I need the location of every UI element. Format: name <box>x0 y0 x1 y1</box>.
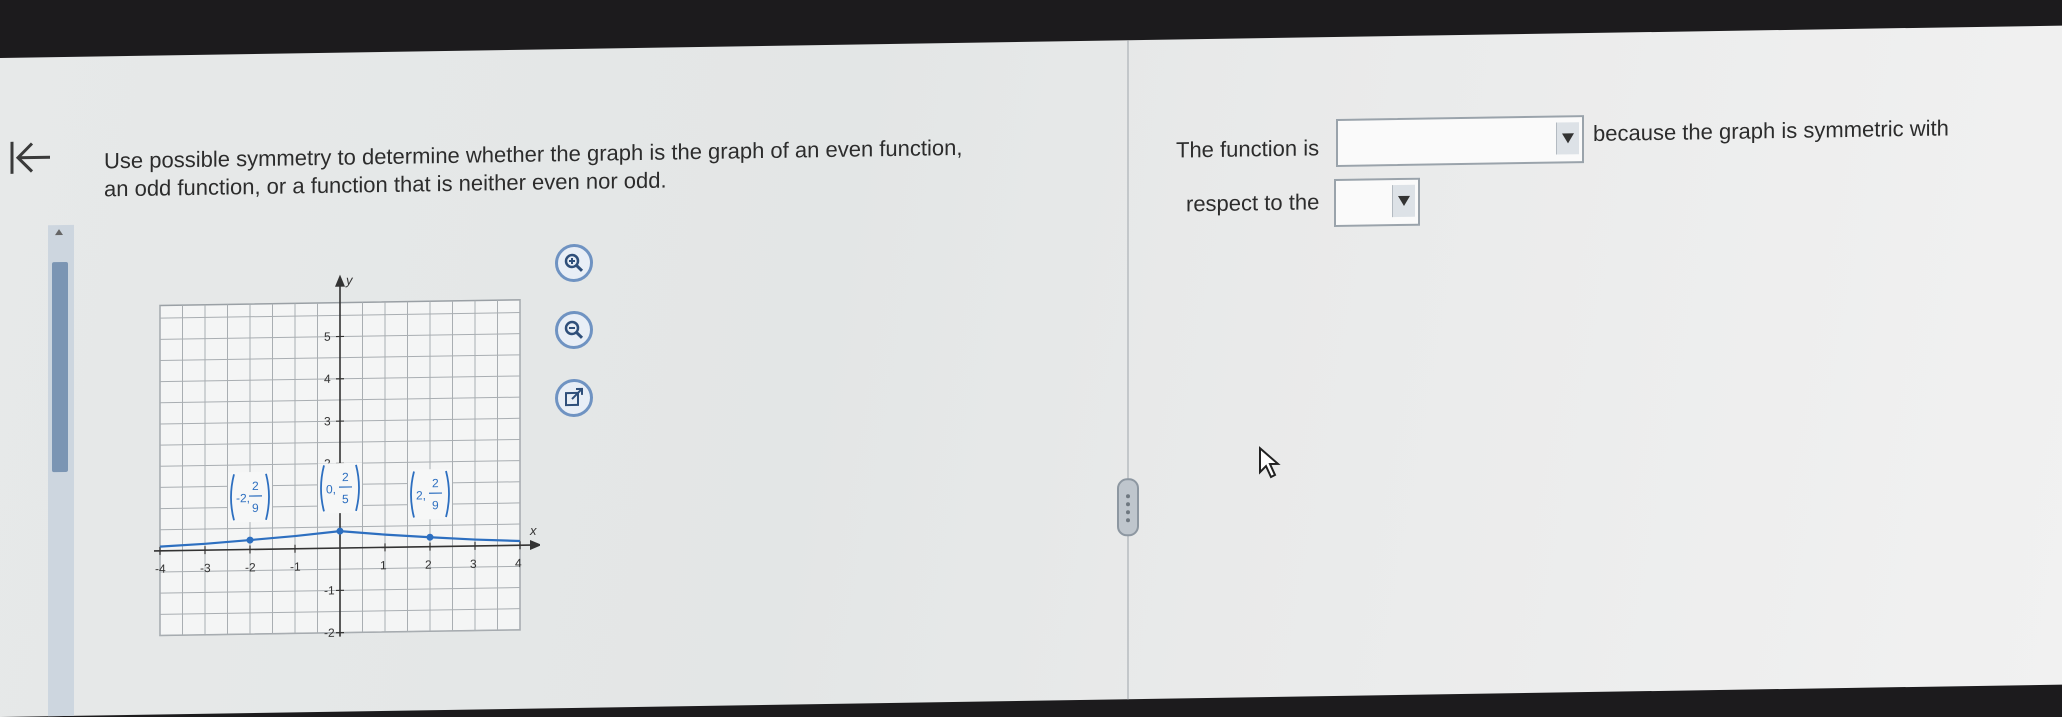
panel-resize-handle[interactable] <box>1117 478 1139 537</box>
question-text-line-1: Use possible symmetry to determine wheth… <box>104 134 963 174</box>
x-tick-label: -4 <box>155 562 166 576</box>
y-tick-label: -1 <box>324 583 335 597</box>
function-graph: xy -4-3-2-1123454321-1-2 -2,290,252,29 <box>154 272 540 640</box>
answer-label-symmetric-with: because the graph is symmetric with <box>1593 115 1949 146</box>
x-axis-label: x <box>529 523 537 538</box>
y-axis-label: y <box>345 272 354 287</box>
y-tick-label: -2 <box>324 626 335 640</box>
point-label: 2,29 <box>408 468 452 520</box>
answer-label-respect-to: respect to the <box>1186 189 1320 217</box>
point-label-x: -2, <box>236 491 250 505</box>
point-label-denominator: 5 <box>342 492 349 506</box>
answer-label-function-is: The function is <box>1176 135 1320 163</box>
symmetry-dropdown[interactable] <box>1334 177 1420 228</box>
x-tick-label: -1 <box>290 560 301 574</box>
point-label-denominator: 9 <box>252 501 259 515</box>
zoom-out-icon <box>564 320 584 339</box>
x-tick-label: -3 <box>200 561 211 575</box>
y-tick-label: 4 <box>324 372 331 386</box>
point-label-numerator: 2 <box>252 479 259 493</box>
back-arrow-icon <box>10 141 50 174</box>
point-label-numerator: 2 <box>342 470 349 484</box>
y-axis-arrow <box>335 274 345 287</box>
point-label-bg <box>408 468 452 520</box>
popout-button[interactable] <box>555 378 593 418</box>
x-tick-label: 3 <box>470 557 477 571</box>
scroll-up-arrow-icon[interactable] <box>55 229 63 236</box>
panel-divider <box>1127 40 1129 717</box>
point-label-denominator: 9 <box>432 498 439 512</box>
point-label-numerator: 2 <box>432 476 439 490</box>
x-tick-label: 4 <box>515 556 522 570</box>
x-tick-label: 1 <box>380 558 387 572</box>
function-type-dropdown[interactable] <box>1336 115 1584 168</box>
point-label: -2,2 9 <box>228 471 272 523</box>
x-tick-label: 2 <box>425 558 432 572</box>
zoom-in-icon <box>564 253 584 272</box>
x-axis-arrow <box>530 540 540 551</box>
scroll-thumb[interactable] <box>52 261 68 473</box>
x-tick-label: -2 <box>245 560 256 574</box>
point-label-x: 2, <box>416 488 426 502</box>
point-label: 0,25 <box>318 462 362 514</box>
popout-icon <box>565 387 583 407</box>
mouse-pointer-icon <box>1259 445 1281 479</box>
y-tick-label: 3 <box>324 414 331 428</box>
screen: Use possible symmetry to determine wheth… <box>0 25 2062 717</box>
point-label-x: 0, <box>326 482 336 496</box>
zoom-in-button[interactable] <box>555 243 593 283</box>
dropdown-arrow-icon[interactable] <box>1556 122 1579 155</box>
dropdown-arrow-icon[interactable] <box>1392 184 1415 218</box>
back-button[interactable] <box>6 135 54 180</box>
point-label-bg <box>318 462 362 514</box>
zoom-out-button[interactable] <box>555 310 593 350</box>
y-tick-label: 5 <box>324 330 331 344</box>
